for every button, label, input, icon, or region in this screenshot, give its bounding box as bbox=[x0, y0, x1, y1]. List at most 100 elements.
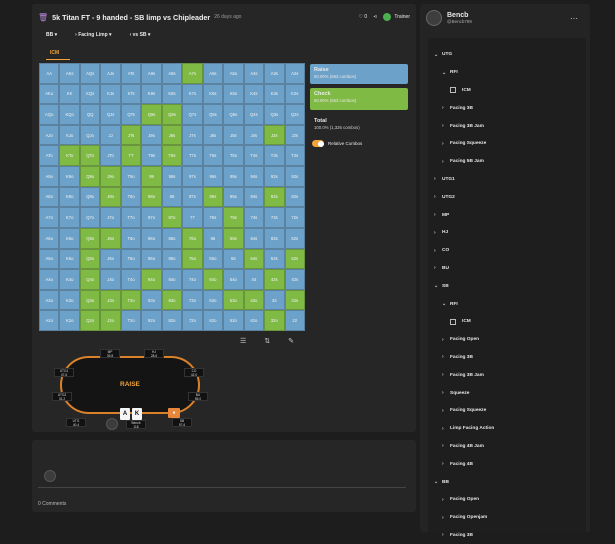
hand-cell[interactable]: 72s bbox=[284, 207, 305, 228]
hand-cell[interactable]: A6s bbox=[202, 63, 224, 84]
tree-node-squeeze[interactable]: › Squeeze bbox=[428, 384, 586, 402]
tree-node-facing-3b[interactable]: › Facing 3B bbox=[428, 527, 586, 544]
tree-node-bu[interactable]: › BU bbox=[428, 260, 586, 278]
chevron-right-icon[interactable]: › bbox=[442, 461, 450, 467]
hand-cell[interactable]: QJs bbox=[100, 104, 121, 125]
hand-cell[interactable]: 65s bbox=[223, 227, 244, 249]
chevron-down-icon[interactable]: ⌄ bbox=[442, 301, 450, 307]
hand-cell[interactable]: T3s bbox=[264, 145, 285, 167]
hand-cell[interactable]: 88 bbox=[161, 186, 183, 208]
hand-cell[interactable]: 55 bbox=[223, 248, 244, 270]
hand-cell[interactable]: J7o bbox=[100, 207, 121, 228]
hand-cell[interactable]: 52o bbox=[223, 310, 244, 331]
hand-cell[interactable]: J6o bbox=[100, 227, 121, 249]
hand-cell[interactable]: Q9o bbox=[79, 166, 101, 187]
hand-cell[interactable]: AQs bbox=[79, 63, 101, 84]
hand-cell[interactable]: Q8o bbox=[79, 186, 101, 208]
edit-icon[interactable]: ✎ bbox=[288, 337, 294, 345]
hand-cell[interactable]: 93s bbox=[264, 166, 285, 187]
tree-node-icm[interactable]: ICM bbox=[428, 82, 586, 100]
hand-cell[interactable]: A9s bbox=[141, 63, 162, 84]
hand-cell[interactable]: QQ bbox=[79, 104, 101, 125]
hand-cell[interactable]: QTs bbox=[120, 104, 142, 125]
hand-cell[interactable]: T4o bbox=[120, 269, 142, 290]
hand-cell[interactable]: 85o bbox=[161, 248, 183, 270]
hand-cell[interactable]: AKo bbox=[39, 83, 60, 105]
hand-cell[interactable]: Q7s bbox=[182, 104, 203, 125]
chevron-down-icon[interactable]: ⌄ bbox=[434, 52, 442, 58]
chevron-right-icon[interactable]: › bbox=[442, 497, 450, 503]
hand-cell[interactable]: QJo bbox=[79, 124, 101, 146]
chevron-right-icon[interactable]: › bbox=[434, 230, 442, 236]
hand-cell[interactable]: 98o bbox=[141, 186, 162, 208]
tree-node-mp[interactable]: › MP bbox=[428, 206, 586, 224]
tree-node-facing-open[interactable]: › Facing Open bbox=[428, 491, 586, 509]
tree-node-rfi[interactable]: ⌄ RFI bbox=[428, 295, 586, 313]
hand-cell[interactable]: 86o bbox=[161, 227, 183, 249]
hand-cell[interactable]: Q2o bbox=[79, 310, 101, 331]
chevron-right-icon[interactable]: › bbox=[442, 515, 450, 521]
hand-cell[interactable]: 92s bbox=[284, 166, 305, 187]
hand-cell[interactable]: 54o bbox=[223, 269, 244, 290]
hand-cell[interactable]: T8o bbox=[120, 186, 142, 208]
hand-cell[interactable]: K6s bbox=[202, 83, 224, 105]
hand-cell[interactable]: 52s bbox=[284, 248, 305, 270]
hand-cell[interactable]: ATo bbox=[39, 145, 60, 167]
sort-icon[interactable]: ⇅ bbox=[264, 337, 270, 345]
tree-node-facing-4b-jam[interactable]: › Facing 4B Jam bbox=[428, 438, 586, 456]
chevron-right-icon[interactable]: › bbox=[442, 123, 450, 129]
hand-cell[interactable]: 84s bbox=[243, 186, 265, 208]
hand-cell[interactable]: A4s bbox=[243, 63, 265, 84]
tree-node-co[interactable]: › CO bbox=[428, 242, 586, 260]
chevron-right-icon[interactable]: › bbox=[442, 105, 450, 111]
hand-cell[interactable]: T8s bbox=[161, 145, 183, 167]
hand-cell[interactable]: A7o bbox=[39, 207, 60, 228]
hand-cell[interactable]: J2o bbox=[100, 310, 121, 331]
hand-cell[interactable]: A5o bbox=[39, 248, 60, 270]
hand-cell[interactable]: JJ bbox=[100, 124, 121, 146]
hand-cell[interactable]: KK bbox=[59, 83, 80, 105]
hand-cell[interactable]: A3o bbox=[39, 289, 60, 311]
hand-cell[interactable]: A6o bbox=[39, 227, 60, 249]
hand-cell[interactable]: J3s bbox=[264, 124, 285, 146]
hand-cell[interactable]: 97s bbox=[182, 166, 203, 187]
chevron-right-icon[interactable]: › bbox=[434, 248, 442, 254]
hand-cell[interactable]: K8o bbox=[59, 186, 80, 208]
chevron-right-icon[interactable]: › bbox=[442, 426, 450, 432]
hand-cell[interactable]: 65o bbox=[202, 248, 224, 270]
hand-cell[interactable]: T3o bbox=[120, 289, 142, 311]
hand-cell[interactable]: T7s bbox=[182, 145, 203, 167]
hand-cell[interactable]: 53s bbox=[264, 248, 285, 270]
hand-cell[interactable]: AKs bbox=[59, 63, 80, 84]
hand-cell[interactable]: 42s bbox=[284, 269, 305, 290]
hand-cell[interactable]: 43o bbox=[243, 289, 265, 311]
hand-cell[interactable]: K5o bbox=[59, 248, 80, 270]
hand-cell[interactable]: J8s bbox=[161, 124, 183, 146]
chevron-right-icon[interactable]: › bbox=[442, 159, 450, 165]
share-icon[interactable]: ⋖ bbox=[373, 14, 377, 20]
hand-cell[interactable]: K3s bbox=[264, 83, 285, 105]
hand-cell[interactable]: KJo bbox=[59, 124, 80, 146]
chevron-down-icon[interactable]: ⌄ bbox=[434, 283, 442, 289]
hand-cell[interactable]: 76s bbox=[202, 207, 224, 228]
hand-cell[interactable]: K7o bbox=[59, 207, 80, 228]
hand-cell[interactable]: 43s bbox=[264, 269, 285, 290]
tree-node-sb[interactable]: ⌄ SB bbox=[428, 277, 586, 295]
hand-cell[interactable]: A4o bbox=[39, 269, 60, 290]
relative-combos-toggle[interactable]: Relative Combos bbox=[312, 140, 362, 147]
hand-cell[interactable]: QTo bbox=[79, 145, 101, 167]
hand-cell[interactable]: T2s bbox=[284, 145, 305, 167]
hand-cell[interactable]: A9o bbox=[39, 166, 60, 187]
chevron-right-icon[interactable]: › bbox=[434, 265, 442, 271]
chevron-right-icon[interactable]: › bbox=[442, 443, 450, 449]
hand-cell[interactable]: Q4o bbox=[79, 269, 101, 290]
chevron-down-icon[interactable]: ⌄ bbox=[434, 479, 442, 485]
hand-cell[interactable]: 66 bbox=[202, 227, 224, 249]
hand-cell[interactable]: AQo bbox=[39, 104, 60, 125]
hand-cell[interactable]: Q6o bbox=[79, 227, 101, 249]
hand-cell[interactable]: T5s bbox=[223, 145, 244, 167]
hand-cell[interactable]: K2s bbox=[284, 83, 305, 105]
trash-icon[interactable]: 🗑 bbox=[38, 13, 48, 22]
hand-cell[interactable]: T2o bbox=[120, 310, 142, 331]
comment-input[interactable] bbox=[38, 464, 406, 488]
